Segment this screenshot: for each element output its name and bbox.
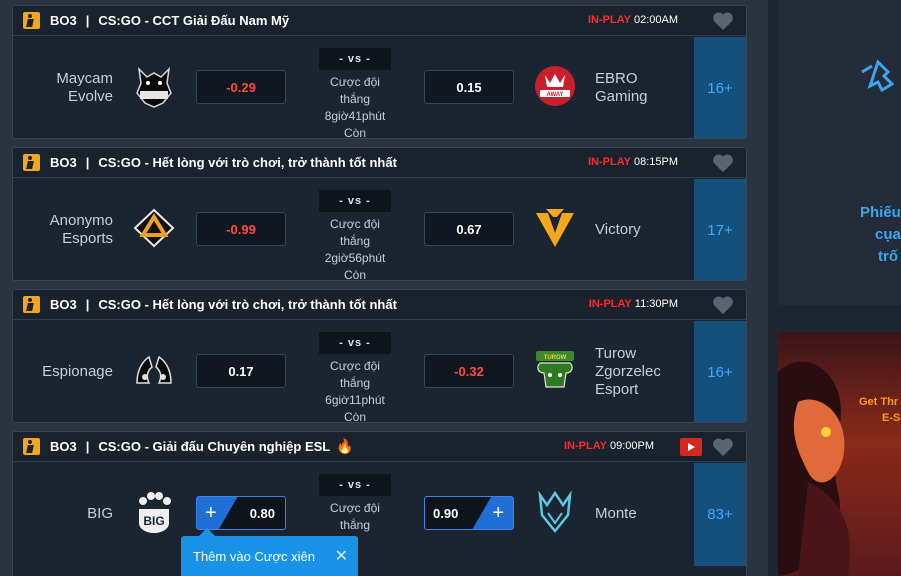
separator: | [85,13,90,28]
match-card: BO3 | CS:GO - Hết lòng với trò chơi, trở… [12,147,747,281]
match-time: 09:00PM [609,440,654,452]
victory-logo-icon [536,209,574,247]
fire-icon: 🔥 [336,438,354,454]
more-markets-button[interactable]: 17+ [694,179,746,280]
match-time: 02:00AM [633,14,678,26]
promo-text: trố [878,248,898,265]
svg-text:TUROW: TUROW [544,355,567,361]
match-status: IN-PLAY 08:15PM [587,156,678,168]
match-body: BIG BIG + 0.80 - vs - Cược độithắngn 0.9… [13,463,746,576]
match-status: IN-PLAY 02:00AM [587,14,678,26]
tournament-name[interactable]: CS:GO - CCT Giải Đấu Nam Mỹ [98,13,289,28]
anonymo-logo-icon [133,208,175,248]
favorite-heart-icon[interactable] [712,437,734,457]
csgo-game-icon [23,12,40,29]
tooltip-label: Thêm vào Cược xiên [193,548,315,564]
match-status: IN-PLAY 11:30PM [588,298,678,310]
csgo-game-icon [23,154,40,171]
odds-right-button[interactable]: 0.15 [424,70,514,104]
vs-score: - vs - [319,48,391,70]
match-info: Cược đội thắng 8giờ41phút Còn [324,75,386,139]
odds-left-button[interactable]: -0.99 [196,212,286,246]
favorite-heart-icon[interactable] [712,153,734,173]
promo-banner-text: Get Thr [859,396,899,408]
match-format: BO3 [50,297,77,312]
team-right-name[interactable]: EBRO Gaming [595,37,695,138]
team-right-name[interactable]: Turow Zgorzelec Esport [595,321,695,422]
favorite-heart-icon[interactable] [712,11,734,31]
team-left-name[interactable]: Maycam Evolve [13,37,113,138]
vs-score: - vs - [319,190,391,212]
evolve-logo-icon [136,66,172,108]
add-to-parlay-plus-icon: + [205,502,217,524]
svg-text:BIG: BIG [143,514,164,528]
match-format: BO3 [50,439,77,454]
ebro-gaming-logo-icon: AWAY [535,66,575,106]
team-left-name[interactable]: Anonymo Esports [13,179,113,280]
odds-right-button[interactable]: -0.32 [424,354,514,388]
close-icon[interactable]: ✕ [335,546,348,566]
turow-logo-icon: TUROW [536,351,574,388]
match-info: Cược đội thắng 2giờ56phút Còn [324,217,386,281]
match-body: Anonymo Esports -0.99 - vs - Cược đội thắn… [13,179,746,280]
separator: | [85,439,90,454]
odds-left-button-selected[interactable]: + 0.80 [196,496,286,530]
vs-score: - vs - [319,474,391,496]
match-format: BO3 [50,155,77,170]
match-body: Espionage 0.17 - vs - Cược đội thắng 6giờ1… [13,321,746,422]
odds-left-button[interactable]: -0.29 [196,70,286,104]
big-logo-icon: BIG [139,492,171,533]
add-to-parlay-tooltip[interactable]: Thêm vào Cược xiên ✕ [181,528,358,576]
promo-banner-text: E-S [882,412,901,424]
tournament-name[interactable]: CS:GO - Hết lòng với trò chơi, trở thành… [98,297,397,312]
promo-text: cụa [875,226,901,243]
more-markets-button[interactable]: 16+ [694,37,746,138]
team-right-name[interactable]: Monte [595,463,695,564]
favorite-heart-icon[interactable] [712,295,734,315]
csgo-game-icon [23,296,40,313]
separator: | [85,155,90,170]
match-card: BO3 | CS:GO - Giải đấu Chuyên nghiệp ESL… [12,431,747,576]
match-body: Maycam Evolve -0.29 - vs - Cược đội thắng 8… [13,37,746,138]
promo-text: Phiếu [860,204,901,221]
odds-right-button[interactable]: 0.67 [424,212,514,246]
team-right-name[interactable]: Victory [595,179,695,280]
match-card: BO3 | CS:GO - Hết lòng với trò chơi, trở… [12,289,747,423]
team-left-name[interactable]: BIG [13,463,113,564]
espionage-logo-icon [136,355,172,384]
tournament-name[interactable]: CS:GO - Hết lòng với trò chơi, trở thành… [98,155,397,170]
promo-banner-hero[interactable]: Get Thr E-S [778,332,901,576]
separator: | [85,297,90,312]
match-time: 08:15PM [633,156,678,168]
match-feed: BO3 | CS:GO - CCT Giải Đấu Nam Mỹ IN-PLA… [0,0,760,576]
csgo-game-icon [23,438,40,455]
promo-ticket-icon [861,59,894,93]
hero-character-image [778,361,850,576]
live-stream-play-icon[interactable] [680,438,702,456]
odds-left-button[interactable]: 0.17 [196,354,286,388]
more-markets-button[interactable]: 83+ [694,463,746,566]
match-header: BO3 | CS:GO - Giải đấu Chuyên nghiệp ESL… [13,432,746,462]
more-markets-button[interactable]: 16+ [694,321,746,422]
match-info: Cược đội thắng 6giờ11phút Còn [325,359,385,423]
match-card: BO3 | CS:GO - CCT Giải Đấu Nam Mỹ IN-PLA… [12,5,747,139]
match-format: BO3 [50,13,77,28]
match-header: BO3 | CS:GO - Hết lòng với trò chơi, trở… [13,148,746,178]
vs-score: - vs - [319,332,391,354]
tournament-name[interactable]: CS:GO - Giải đấu Chuyên nghiệp ESL [98,439,330,454]
monte-logo-icon [538,490,572,533]
match-time: 11:30PM [634,298,678,310]
svg-text:AWAY: AWAY [546,92,563,98]
match-header: BO3 | CS:GO - CCT Giải Đấu Nam Mỹ IN-PLA… [13,6,746,36]
odds-right-button[interactable]: 0.90 + [424,496,514,530]
match-status: IN-PLAY 09:00PM [563,440,654,452]
promo-card-top[interactable]: Phiếu cụa trố [778,0,901,305]
team-left-name[interactable]: Espionage [13,321,113,422]
match-header: BO3 | CS:GO - Hết lòng với trò chơi, trở… [13,290,746,320]
add-to-parlay-plus-icon: + [492,502,504,524]
